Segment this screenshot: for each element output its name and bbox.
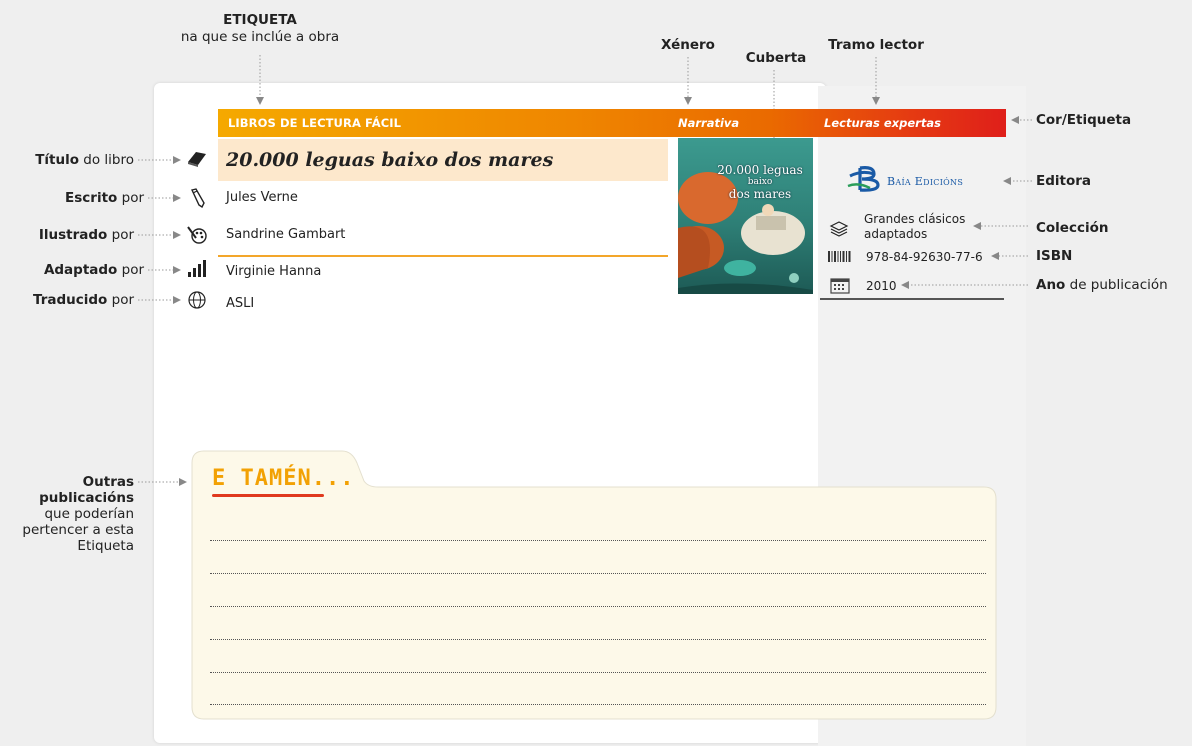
note-line [210,639,986,640]
title-annotation-rest: do libro [79,152,134,168]
signal-bars-icon [188,260,206,277]
title-annotation-bold: Título [35,152,79,168]
note-line [210,606,986,607]
barcode-icon [828,251,851,262]
color-tag-annotation: Cor/Etiqueta [1036,112,1132,128]
note-line [210,540,986,541]
translator-annotation-rest: por [107,292,134,308]
publisher-annotation: Editora [1036,173,1092,189]
note-line [210,704,986,705]
label-annotation-sub: na que se inclúe a obra [180,29,340,45]
adapter-annotation: Adaptado por [0,262,144,278]
also-title: E TAMÉN... [212,466,355,491]
genre-name: Narrativa [678,116,740,130]
reading-stage-annotation: Tramo lector [828,37,924,53]
isbn-value: 978-84-92630-77-6 [866,250,983,264]
illustrator-annotation: Ilustrado por [0,227,134,243]
publisher-logo [847,166,880,192]
other-annotation-line5: Etiqueta [77,538,134,554]
collection-annotation: Colección [1036,220,1109,236]
collection-line1: Grandes clásicos [864,212,966,226]
author-annotation-bold: Escrito [65,190,118,206]
collection-line2: adaptados [864,227,928,241]
palette-brush-icon [187,226,207,244]
calendar-icon [830,278,850,294]
other-annotation-line3: que poderían [44,506,134,522]
other-annotation-line4: pertencer a esta [22,522,134,538]
label-annotation: ETIQUETA na que se inclúe a obra [160,12,360,46]
author-annotation: Escrito por [0,190,144,206]
cover-title-line3: dos mares [728,187,792,201]
other-publications-annotation: Outras publicacións que poderían pertenc… [0,474,134,554]
other-annotation-line2: publicacións [39,490,134,506]
translator-annotation-bold: Traducido [32,292,108,308]
credits-separator [218,255,668,257]
side-divider [820,298,1004,300]
label-annotation-title: ETIQUETA [223,12,297,28]
isbn-annotation: ISBN [1036,248,1073,264]
note-line [210,573,986,574]
other-annotation-line1: Outras [82,474,134,490]
books-stack-icon [829,221,849,237]
author-annotation-rest: por [117,190,144,206]
also-title-underline [212,494,324,497]
reading-stage-name: Lecturas expertas [824,116,941,130]
adapter-annotation-rest: por [117,262,144,278]
illustrator-annotation-rest: por [107,227,134,243]
cover-title-line1: 20.000 leguas [717,163,803,177]
author-name: Jules Verne [226,190,298,205]
year-value: 2010 [866,279,897,293]
year-annotation: Ano de publicación [1036,277,1168,293]
title-annotation: Título do libro [0,152,134,168]
translator-name: ASLI [226,296,255,311]
year-annotation-rest: de publicación [1065,277,1168,293]
book-cover-image: 20.000 leguas baixo dos mares [678,138,813,294]
collection-name: Grandes clásicos adaptados [864,212,965,242]
label-color-band: LIBROS DE LECTURA FÁCIL Narrativa Lectur… [218,109,1006,137]
also-box [191,450,997,720]
label-name: LIBROS DE LECTURA FÁCIL [228,116,402,130]
translator-annotation: Traducido por [0,292,134,308]
book-title: 20.000 leguas baixo dos mares [226,149,554,171]
publisher-name: Baía Edicións [887,175,964,188]
pencil-icon [191,188,205,209]
note-line [210,672,986,673]
adapter-name: Virginie Hanna [226,264,322,279]
book-icon [188,152,206,167]
translation-globe-icon [188,291,206,309]
year-annotation-bold: Ano [1036,277,1066,293]
illustrator-annotation-bold: Ilustrado [38,227,108,243]
adapter-annotation-bold: Adaptado [43,262,118,278]
illustrator-name: Sandrine Gambart [226,227,346,242]
